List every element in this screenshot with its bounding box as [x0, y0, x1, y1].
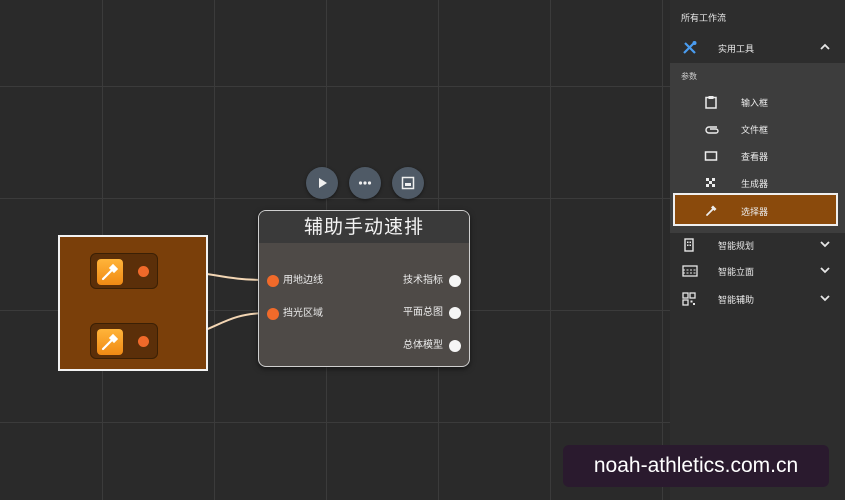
category-label: 实用工具	[718, 45, 755, 55]
tools-icon	[683, 41, 697, 54]
output-port-dot[interactable]	[449, 275, 461, 287]
clipboard-icon	[705, 96, 717, 109]
watermark: noah-athletics.com.cn	[563, 445, 829, 487]
input-port-label: 挡光区域	[283, 308, 323, 319]
output-port[interactable]	[138, 266, 149, 277]
eyedropper-icon	[97, 259, 123, 285]
category-label: 智能规划	[718, 242, 755, 252]
viewer-icon	[704, 151, 718, 161]
paperclip-icon	[705, 126, 719, 134]
tool-item-generator[interactable]: 生成器	[670, 171, 845, 195]
category-label: 智能辅助	[718, 296, 755, 306]
category-facade[interactable]: 智能立面	[670, 258, 845, 284]
tool-item-input[interactable]: 输入框	[670, 90, 845, 114]
panel-button[interactable]	[392, 167, 424, 199]
node-title: 辅助手动速排	[259, 211, 469, 243]
generator-icon	[706, 178, 715, 187]
building-icon	[684, 238, 694, 252]
run-button[interactable]	[306, 167, 338, 199]
output-port-label: 总体模型	[403, 340, 443, 351]
chevron-down-icon	[820, 267, 830, 274]
selector-node-2[interactable]	[90, 323, 158, 359]
chevron-down-icon	[820, 241, 830, 248]
facade-icon	[682, 265, 698, 277]
selector-group[interactable]	[58, 235, 208, 371]
chevron-up-icon	[820, 43, 830, 50]
utilities-submenu: 参数 输入框 文件框 查看器 生成器 选择器	[670, 63, 845, 233]
input-port-label: 用地边线	[283, 275, 323, 286]
workflow-canvas[interactable]: 辅助手动速排 用地边线 挡光区域 技术指标 平面总图 总体模型	[0, 0, 670, 500]
output-port-dot[interactable]	[449, 307, 461, 319]
eyedropper-icon	[706, 205, 717, 216]
tool-item-label: 生成器	[741, 180, 769, 190]
category-planning[interactable]: 智能规划	[670, 232, 845, 258]
output-port-label: 技术指标	[403, 275, 443, 286]
category-assist[interactable]: 智能辅助	[670, 286, 845, 312]
output-port-label: 平面总图	[403, 307, 443, 318]
panel-icon	[401, 176, 415, 190]
input-port-dot[interactable]	[267, 308, 279, 320]
tool-item-label: 查看器	[741, 153, 769, 163]
grid-icon	[682, 292, 696, 306]
play-icon	[319, 178, 327, 188]
more-button[interactable]	[349, 167, 381, 199]
output-port[interactable]	[138, 336, 149, 347]
chevron-down-icon	[820, 295, 830, 302]
function-node[interactable]: 辅助手动速排 用地边线 挡光区域 技术指标 平面总图 总体模型	[258, 210, 470, 367]
more-icon	[358, 181, 372, 185]
tool-item-label: 输入框	[741, 99, 769, 109]
output-port-dot[interactable]	[449, 340, 461, 352]
input-port-dot[interactable]	[267, 275, 279, 287]
sidebar-title: 所有工作流	[681, 14, 727, 24]
tool-item-selector[interactable]: 选择器	[673, 193, 838, 226]
category-label: 智能立面	[718, 268, 755, 278]
selector-node-1[interactable]	[90, 253, 158, 289]
tool-item-label: 选择器	[741, 208, 769, 218]
tool-item-viewer[interactable]: 查看器	[670, 144, 845, 168]
category-utilities[interactable]: 实用工具	[670, 35, 845, 61]
eyedropper-icon	[97, 329, 123, 355]
params-label: 参数	[681, 72, 697, 81]
tool-item-label: 文件框	[741, 126, 769, 136]
workflow-sidebar: 所有工作流 实用工具 参数 输入框 文件框 查看器 生成器 选择器 智能规划 智…	[670, 0, 845, 500]
tool-item-file[interactable]: 文件框	[670, 117, 845, 141]
